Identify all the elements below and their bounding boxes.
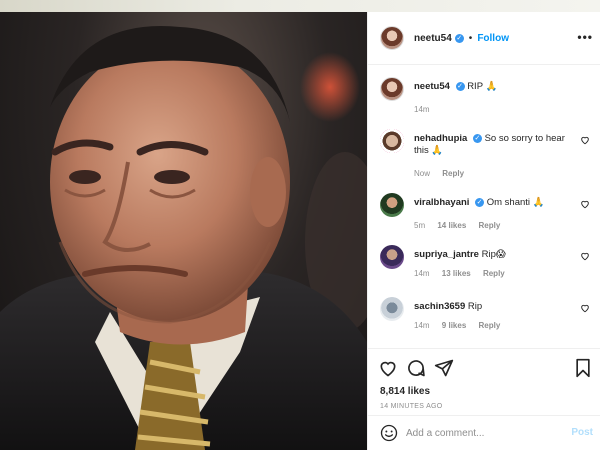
verified-badge-icon: ✓: [455, 81, 465, 91]
commenter-avatar[interactable]: [380, 297, 404, 321]
comment-likes[interactable]: 14 likes: [437, 221, 466, 230]
header-separator: •: [468, 32, 473, 44]
caption-username[interactable]: neetu54: [414, 81, 450, 92]
comment-item: viralbhayani ✓ Om shanti 🙏 5m 14 likes R…: [380, 193, 590, 235]
comment-meta: 14m 9 likes Reply: [414, 321, 510, 330]
comment-bubble-icon[interactable]: [406, 358, 426, 378]
commenter-avatar[interactable]: [380, 245, 404, 269]
caption-meta: 14m: [414, 105, 440, 114]
comment-time: 14m: [414, 269, 430, 278]
comment-likes[interactable]: 9 likes: [442, 321, 466, 330]
comment-item: sachin3659 Rip 14m 9 likes Reply: [380, 297, 590, 339]
comment-time: 5m: [414, 221, 426, 230]
comments-list: neetu54 ✓ RIP 🙏 14m nehadhupia ✓ So so s…: [368, 65, 600, 348]
verified-badge-icon: ✓: [472, 133, 482, 143]
like-comment-heart-icon[interactable]: [580, 135, 590, 145]
caption-content: RIP 🙏: [467, 81, 498, 92]
caption-row: neetu54 ✓ RIP 🙏 14m: [380, 77, 590, 127]
like-heart-icon[interactable]: [378, 358, 398, 378]
like-comment-heart-icon[interactable]: [580, 303, 590, 313]
author-username[interactable]: neetu54: [414, 33, 452, 44]
reply-button[interactable]: Reply: [442, 169, 464, 178]
author-avatar[interactable]: [380, 26, 404, 50]
post-header: neetu54 ✓ • Follow •••: [368, 12, 600, 65]
post-actions: 8,814 likes 14 MINUTES AGO Post: [368, 348, 600, 450]
author-avatar[interactable]: [380, 77, 404, 101]
comment-meta: Now Reply: [414, 169, 474, 178]
comment-content: Rip😱: [481, 249, 506, 260]
comment-item: nehadhupia ✓ So so sorry to hear this 🙏 …: [380, 129, 590, 181]
likes-count[interactable]: 8,814 likes: [380, 386, 430, 397]
caption-text: neetu54 ✓ RIP 🙏: [414, 81, 574, 93]
emoji-smiley-icon[interactable]: [380, 424, 398, 442]
comment-text: viralbhayani ✓ Om shanti 🙏: [414, 197, 574, 209]
portrait-illustration: [0, 26, 367, 450]
post-photo: [0, 12, 367, 450]
comment-meta: 14m 13 likes Reply: [414, 269, 515, 278]
like-comment-heart-icon[interactable]: [580, 199, 590, 209]
post-timestamp: 14 MINUTES AGO: [380, 403, 443, 410]
comment-item: supriya_jantre Rip😱 14m 13 likes Reply: [380, 245, 590, 287]
comment-likes[interactable]: 13 likes: [442, 269, 471, 278]
commenter-avatar[interactable]: [380, 129, 404, 153]
comment-content: Om shanti 🙏: [486, 197, 545, 208]
like-comment-heart-icon[interactable]: [580, 251, 590, 261]
comment-text: sachin3659 Rip: [414, 301, 574, 313]
comment-username[interactable]: supriya_jantre: [414, 249, 479, 260]
comment-content: Rip: [467, 301, 483, 312]
comment-text: nehadhupia ✓ So so sorry to hear this 🙏: [414, 133, 574, 157]
verified-badge-icon: ✓: [475, 197, 485, 207]
top-strip: [0, 0, 600, 12]
comment-username[interactable]: sachin3659: [414, 301, 465, 312]
add-comment-bar: Post: [368, 415, 600, 450]
comment-meta: 5m 14 likes Reply: [414, 221, 510, 230]
post-details-panel: neetu54 ✓ • Follow ••• neetu54 ✓ RIP 🙏 1…: [367, 12, 600, 450]
add-comment-input[interactable]: [406, 424, 556, 442]
caption-time: 14m: [414, 105, 430, 114]
reply-button[interactable]: Reply: [483, 269, 505, 278]
comment-username[interactable]: nehadhupia: [414, 133, 467, 144]
share-direct-icon[interactable]: [434, 358, 454, 378]
reply-button[interactable]: Reply: [479, 221, 501, 230]
comment-text: supriya_jantre Rip😱: [414, 249, 574, 261]
post-comment-button[interactable]: Post: [571, 427, 593, 438]
comment-time: 14m: [414, 321, 430, 330]
comment-username[interactable]: viralbhayani: [414, 197, 469, 208]
bookmark-icon[interactable]: [573, 358, 593, 378]
reply-button[interactable]: Reply: [479, 321, 501, 330]
comment-time: Now: [414, 169, 431, 178]
commenter-avatar[interactable]: [380, 193, 404, 217]
follow-button[interactable]: Follow: [477, 33, 509, 44]
more-options-icon[interactable]: •••: [577, 30, 593, 44]
verified-badge-icon: ✓: [454, 33, 464, 43]
